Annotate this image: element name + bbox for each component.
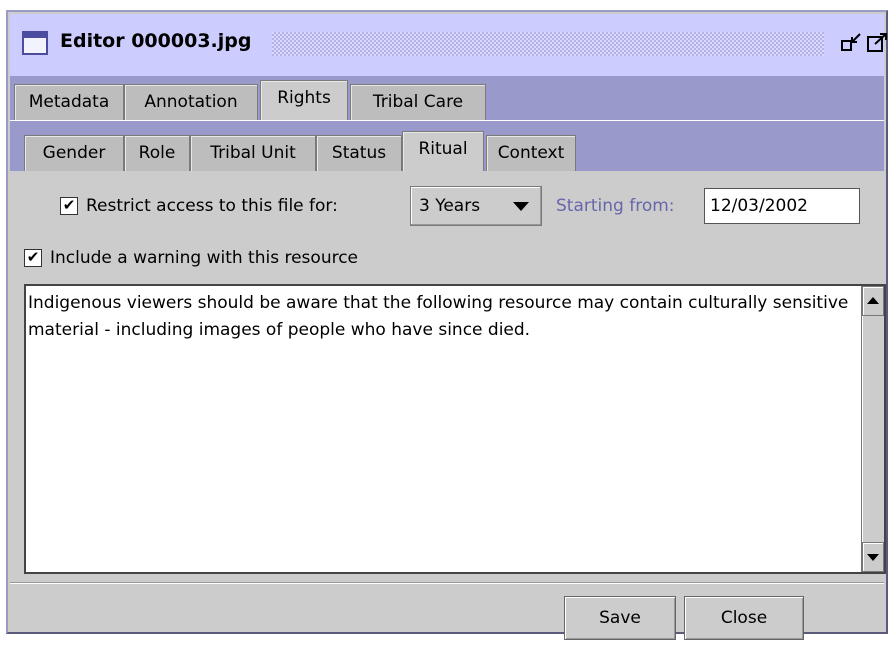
save-button[interactable]: Save: [564, 596, 676, 640]
warning-message[interactable]: Indigenous viewers should be aware that …: [26, 290, 858, 344]
title-bar[interactable]: Editor 000003.jpg: [10, 14, 887, 77]
tab-tribal-unit[interactable]: Tribal Unit: [190, 135, 316, 171]
footer-divider: [10, 582, 884, 584]
scroll-down-button[interactable]: [862, 542, 884, 572]
secondary-tab-strip: Gender Role Tribal Unit Status Ritual Co…: [10, 120, 884, 171]
tab-rights[interactable]: Rights: [260, 80, 348, 120]
restrict-access-label: Restrict access to this file for:: [86, 196, 338, 216]
duration-dropdown[interactable]: 3 Years: [410, 186, 542, 226]
minimize-icon[interactable]: [840, 32, 862, 54]
maximize-icon[interactable]: [866, 32, 888, 54]
tab-annotation[interactable]: Annotation: [124, 84, 258, 120]
duration-value: 3 Years: [419, 196, 481, 216]
tab-gender[interactable]: Gender: [24, 135, 124, 171]
include-warning-checkbox[interactable]: ✔: [24, 249, 42, 267]
restrict-access-checkbox[interactable]: ✔: [60, 197, 78, 215]
warning-text-area[interactable]: Indigenous viewers should be aware that …: [24, 284, 886, 574]
primary-tab-strip: Metadata Annotation Rights Tribal Care: [10, 76, 884, 120]
ritual-panel: ✔ Restrict access to this file for: 3 Ye…: [20, 172, 886, 574]
editor-window: Editor 000003.jpg Metadata Annotation Ri…: [6, 10, 888, 640]
tab-context[interactable]: Context: [486, 135, 576, 171]
title-drag-grip[interactable]: [272, 32, 824, 56]
start-date-field[interactable]: [704, 188, 860, 224]
scroll-up-button[interactable]: [862, 286, 884, 316]
tab-status[interactable]: Status: [316, 135, 402, 171]
tab-role[interactable]: Role: [124, 135, 190, 171]
chevron-down-icon: [513, 202, 529, 211]
arrow-down-icon: [867, 554, 879, 561]
scroll-track[interactable]: [862, 316, 884, 542]
vertical-scrollbar[interactable]: [861, 286, 884, 572]
tab-metadata[interactable]: Metadata: [14, 84, 124, 120]
window-title: Editor 000003.jpg: [60, 30, 252, 52]
arrow-up-icon: [867, 297, 879, 304]
tab-ritual[interactable]: Ritual: [402, 131, 484, 171]
tab-tribal-care[interactable]: Tribal Care: [350, 84, 486, 120]
window-icon: [22, 31, 48, 55]
starting-from-label: Starting from:: [556, 196, 675, 216]
close-button[interactable]: Close: [684, 596, 804, 640]
include-warning-label: Include a warning with this resource: [50, 248, 359, 268]
